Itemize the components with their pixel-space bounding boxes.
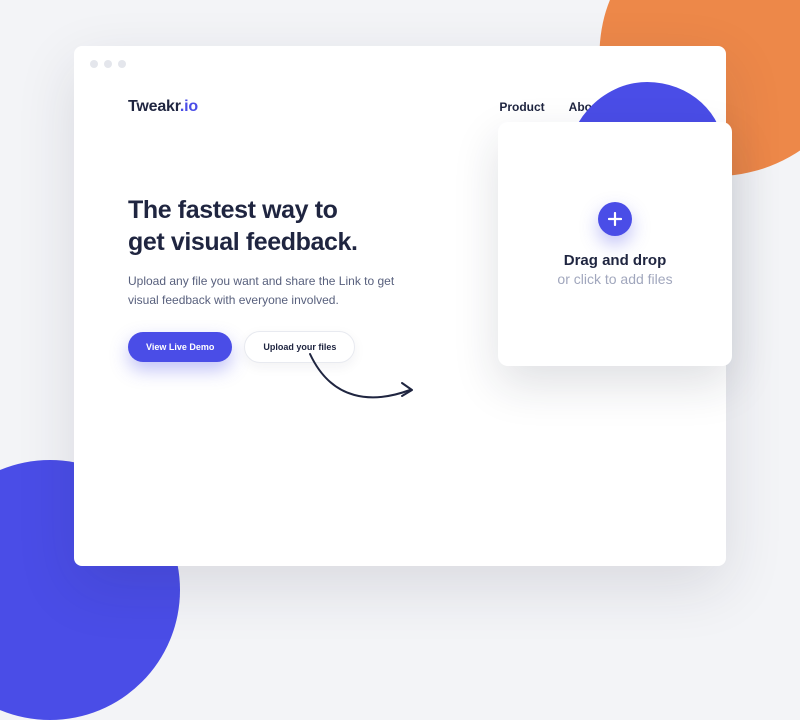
window-dot (118, 60, 126, 68)
main-content: The fastest way to get visual feedback. … (74, 116, 726, 536)
dropzone-card[interactable]: Drag and drop or click to add files (498, 122, 732, 366)
hero-title-line2: get visual feedback. (128, 228, 358, 256)
window-dot (104, 60, 112, 68)
window-dot (90, 60, 98, 68)
browser-window: Tweakr.io Product About Contact The fast… (74, 46, 726, 566)
hero-title-line1: The fastest way to (128, 196, 338, 224)
arrow-decoration (302, 346, 422, 426)
hero-subtitle: Upload any file you want and share the L… (128, 272, 408, 309)
logo[interactable]: Tweakr.io (128, 98, 198, 116)
plus-icon (598, 202, 632, 236)
dropzone-subtitle: or click to add files (557, 271, 672, 287)
window-traffic-lights (74, 46, 726, 78)
logo-name: Tweakr (128, 98, 180, 115)
logo-suffix: .io (180, 98, 198, 115)
view-demo-button[interactable]: View Live Demo (128, 332, 232, 362)
dropzone-title: Drag and drop (564, 252, 667, 269)
